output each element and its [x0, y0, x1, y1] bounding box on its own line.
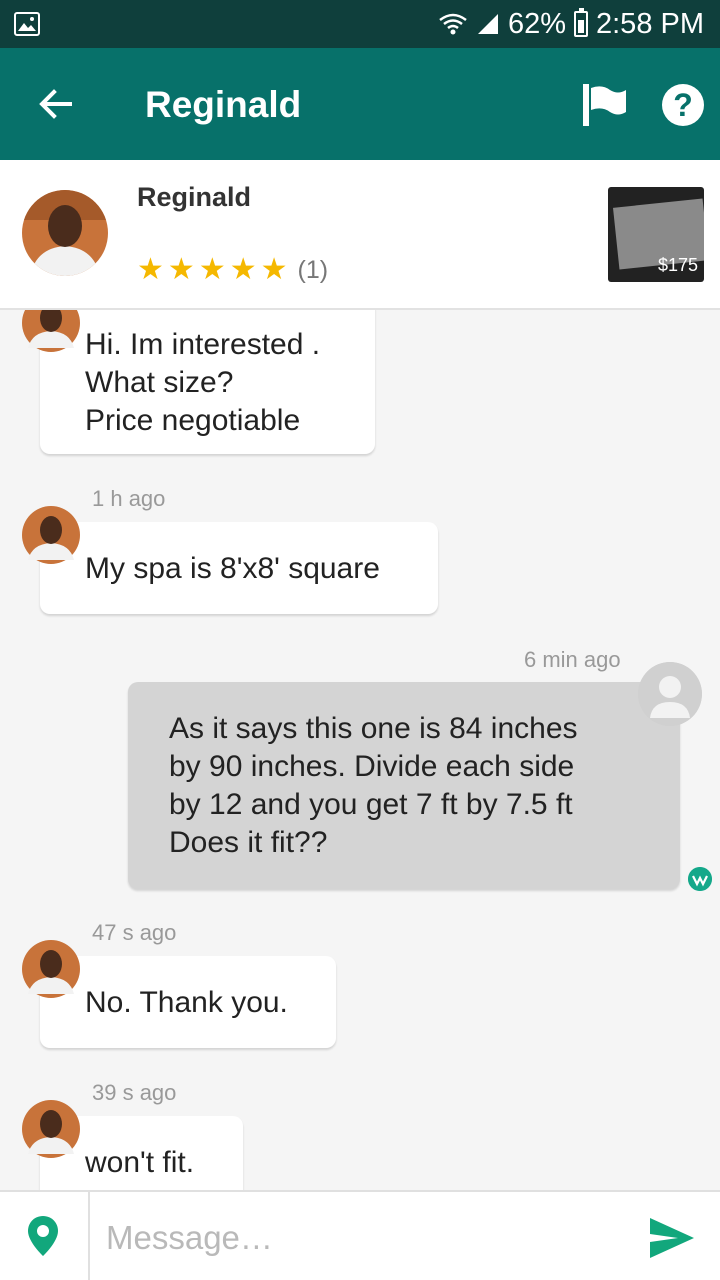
composer-divider	[88, 1192, 90, 1280]
send-icon[interactable]	[648, 1216, 696, 1260]
seller-message-avatar	[22, 1100, 80, 1158]
message-text: What size?	[85, 366, 234, 399]
product-thumbnail[interactable]: $175	[608, 187, 704, 282]
message-timestamp: 1 h ago	[92, 486, 166, 511]
battery-icon	[574, 8, 588, 37]
clock: 2:58 PM	[596, 7, 704, 40]
message-bubble: My spa is 8'x8' square	[40, 522, 438, 614]
gallery-icon	[14, 12, 40, 36]
my-avatar	[638, 662, 702, 726]
my-message-bubble: As it says this one is 84 inches by 90 i…	[128, 682, 680, 889]
signal-icon	[477, 14, 498, 34]
seller-rating: ★ ★ ★ ★ ★ (1)	[137, 255, 328, 285]
product-price: $175	[657, 255, 698, 275]
message-text: Price negotiable	[85, 404, 301, 437]
battery-percent: 62%	[507, 7, 566, 40]
conversation-title: Reginald	[145, 84, 302, 125]
message-bubble: No. Thank you.	[40, 956, 336, 1048]
message-text: Does it fit??	[169, 826, 328, 859]
message-timestamp: 6 min ago	[524, 647, 621, 672]
star-icon: ★	[198, 253, 226, 286]
status-bar: 62% 2:58 PM	[0, 0, 720, 48]
app-bar: Reginald ?	[0, 48, 720, 160]
review-count: (1)	[297, 255, 329, 284]
message-timestamp: 47 s ago	[92, 920, 177, 945]
message-text: by 12 and you get 7 ft by 7.5 ft	[169, 788, 573, 821]
message-bubble: Hi. Im interested . What size? Price neg…	[40, 310, 375, 454]
wifi-icon	[439, 13, 467, 35]
star-icon: ★	[167, 253, 195, 286]
help-icon[interactable]: ?	[662, 84, 704, 126]
seller-avatar[interactable]	[22, 190, 108, 276]
star-icon: ★	[260, 253, 288, 286]
message-input[interactable]	[106, 1216, 606, 1260]
message-composer	[0, 1190, 720, 1280]
message-text: As it says this one is 84 inches	[169, 712, 578, 745]
back-arrow-icon[interactable]	[36, 84, 76, 124]
message-text: won't fit.	[85, 1146, 195, 1179]
seller-name: Reginald	[137, 182, 252, 212]
star-icon: ★	[229, 253, 257, 286]
message-text: Hi. Im interested .	[85, 328, 321, 361]
location-pin-icon[interactable]	[26, 1214, 60, 1258]
read-receipt-icon	[688, 867, 712, 891]
seller-message-avatar	[22, 310, 80, 352]
message-timestamp: 39 s ago	[92, 1080, 177, 1105]
message-list[interactable]: Hi. Im interested . What size? Price neg…	[0, 310, 720, 1190]
message-text: No. Thank you.	[85, 986, 288, 1019]
star-icon: ★	[137, 253, 164, 286]
flag-icon[interactable]	[580, 82, 628, 128]
seller-header: Reginald ★ ★ ★ ★ ★ (1) $175	[0, 160, 720, 310]
message-text: My spa is 8'x8' square	[85, 552, 380, 585]
seller-message-avatar	[22, 506, 80, 564]
seller-message-avatar	[22, 940, 80, 998]
message-text: by 90 inches. Divide each side	[169, 750, 575, 783]
